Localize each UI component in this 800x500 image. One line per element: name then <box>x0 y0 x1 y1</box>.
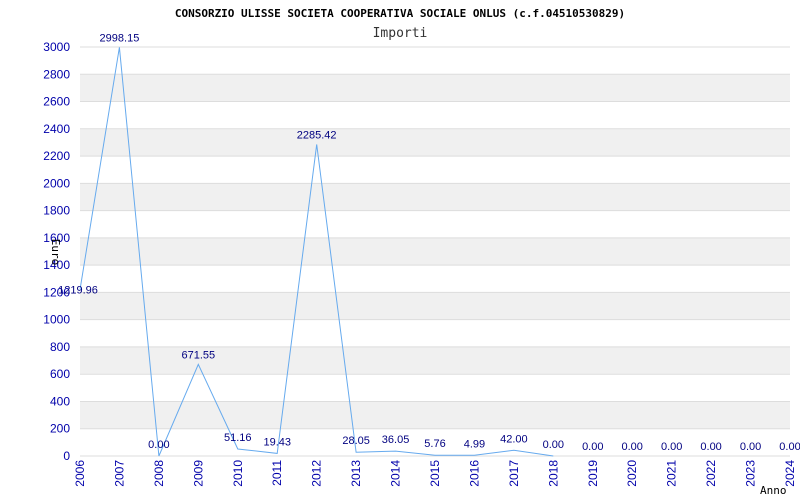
y-tick-label: 2400 <box>43 122 70 136</box>
x-tick-label: 2021 <box>665 460 679 487</box>
x-axis-ticks: 2006 2007 2008 2009 2010 2011 2012 2013 2014 2015… <box>73 460 797 487</box>
data-label: 51.16 <box>224 432 252 444</box>
data-label: 0.00 <box>582 441 603 453</box>
x-tick-label: 2018 <box>546 460 560 487</box>
x-tick-label: 2016 <box>467 460 481 487</box>
y-tick-label: 400 <box>50 394 70 408</box>
y-tick-label: 800 <box>50 340 70 354</box>
data-label: 4.99 <box>464 438 485 450</box>
grid-band <box>80 183 790 211</box>
y-axis-title: Euro <box>49 239 62 266</box>
x-tick-label: 2024 <box>783 460 797 487</box>
y-tick-label: 600 <box>50 367 70 381</box>
y-tick-label: 0 <box>63 449 70 463</box>
chart-title: CONSORZIO ULISSE SOCIETA COOPERATIVA SOC… <box>175 7 625 20</box>
y-tick-label: 2800 <box>43 67 70 81</box>
y-tick-label: 1000 <box>43 313 70 327</box>
grid-band <box>80 401 790 429</box>
data-label: 671.55 <box>182 349 216 361</box>
data-label: 0.00 <box>779 441 800 453</box>
x-tick-label: 2013 <box>349 460 363 487</box>
data-label: 28.05 <box>342 435 370 447</box>
x-tick-label: 2019 <box>586 460 600 487</box>
data-label: 0.00 <box>622 441 643 453</box>
line-chart: 0200400600800100012001400160018002000220… <box>43 7 800 497</box>
data-label: 2998.15 <box>100 32 140 44</box>
x-tick-label: 2009 <box>191 460 205 487</box>
x-tick-label: 2017 <box>507 460 521 487</box>
grid-band <box>80 74 790 102</box>
x-tick-label: 2007 <box>112 460 126 487</box>
x-tick-label: 2010 <box>231 460 245 487</box>
grid-band <box>80 292 790 320</box>
y-tick-label: 3000 <box>43 40 70 54</box>
data-label: 19.43 <box>263 436 291 448</box>
data-label: 42.00 <box>500 433 528 445</box>
data-label: 2285.42 <box>297 129 337 141</box>
x-tick-label: 2006 <box>73 460 87 487</box>
x-tick-label: 2022 <box>704 460 718 487</box>
x-axis-title: Anno <box>760 484 787 497</box>
grid-band <box>80 237 790 266</box>
data-label: 5.76 <box>424 438 445 450</box>
y-tick-label: 2600 <box>43 95 70 109</box>
x-tick-label: 2008 <box>152 460 166 487</box>
grid-bands <box>80 74 790 429</box>
y-tick-label: 2200 <box>43 149 70 163</box>
x-tick-label: 2012 <box>310 460 324 487</box>
data-label: 36.05 <box>382 434 410 446</box>
data-label: 0.00 <box>661 441 682 453</box>
y-tick-label: 1800 <box>43 204 70 218</box>
data-label: 1219.96 <box>58 285 98 297</box>
data-label: 0.00 <box>148 439 169 451</box>
y-tick-label: 2000 <box>43 176 70 190</box>
x-tick-label: 2020 <box>625 460 639 487</box>
grid-band <box>80 128 790 157</box>
x-tick-label: 2015 <box>428 460 442 487</box>
x-tick-label: 2014 <box>389 460 403 487</box>
chart-subtitle: Importi <box>373 26 428 41</box>
data-label: 0.00 <box>700 441 721 453</box>
y-tick-label: 200 <box>50 422 70 436</box>
data-label: 0.00 <box>740 441 761 453</box>
data-label: 0.00 <box>543 439 564 451</box>
x-tick-label: 2023 <box>744 460 758 487</box>
x-tick-label: 2011 <box>270 460 284 486</box>
